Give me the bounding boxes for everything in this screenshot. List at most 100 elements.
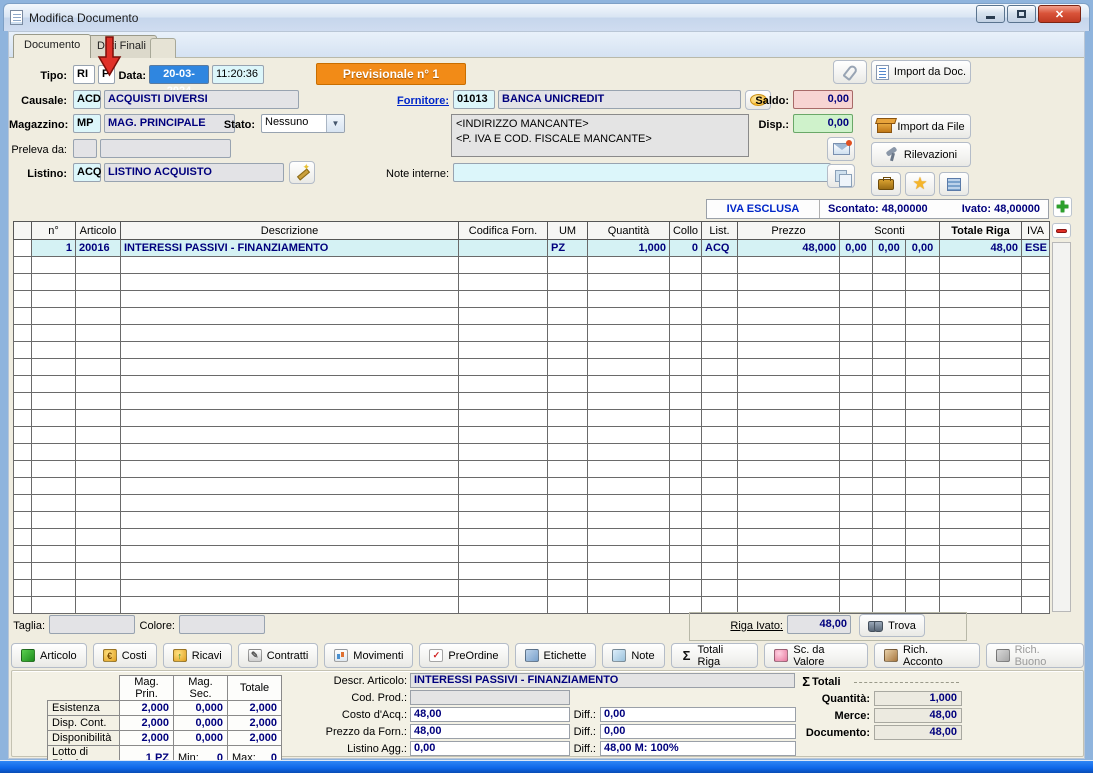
remove-row-button[interactable] <box>1052 223 1071 238</box>
attachment-button[interactable] <box>833 60 867 84</box>
saldo-label: Saldo: <box>753 92 789 110</box>
window-content: Documento Dati Finali Tipo: RI P Data: 2… <box>8 31 1085 759</box>
fornitore-address-box: <INDIRIZZO MANCANTE> <P. IVA E COD. FISC… <box>451 114 749 157</box>
fornitore-name-field: BANCA UNICREDIT <box>498 90 741 109</box>
col-sconti[interactable]: Sconti <box>840 222 940 240</box>
maximize-button[interactable] <box>1007 5 1036 23</box>
empty-table-row <box>14 529 1050 546</box>
empty-table-row <box>14 291 1050 308</box>
listino-code-field[interactable]: ACQ <box>73 163 101 182</box>
costi-button[interactable]: € Costi <box>93 643 157 668</box>
prezzo-diff-field: 0,00 <box>600 724 796 739</box>
magazzino-code-field[interactable]: MP <box>73 114 101 133</box>
briefcase-button[interactable] <box>871 172 901 196</box>
empty-table-row <box>14 325 1050 342</box>
fornitore-code-field[interactable]: 01013 <box>453 90 495 109</box>
contratti-button[interactable]: ✎ Contratti <box>238 643 319 668</box>
fornitore-link[interactable]: Fornitore: <box>389 92 449 110</box>
window-title: Modifica Documento <box>29 11 138 25</box>
totali-riga-button[interactable]: Σ Totali Riga <box>671 643 759 668</box>
sc-da-valore-button[interactable]: Sc. da Valore <box>764 643 868 668</box>
voucher-icon <box>996 649 1010 662</box>
tab-strip: Documento Dati Finali <box>9 32 1084 58</box>
title-bar: Modifica Documento <box>3 3 1090 31</box>
preleva-code-field[interactable] <box>73 139 97 158</box>
col-n[interactable]: n° <box>32 222 76 240</box>
stock-row-esistenza: Esistenza 2,000 0,000 2,000 <box>48 701 282 716</box>
prezzo-forn-label: Prezzo da Forn.: <box>322 725 407 740</box>
table-scrollbar[interactable] <box>1052 242 1071 612</box>
preordine-button[interactable]: ✓ PreOrdine <box>419 643 508 668</box>
causale-code-field[interactable]: ACD <box>73 90 101 109</box>
col-collo[interactable]: Collo <box>670 222 702 240</box>
cod-prod-label: Cod. Prod.: <box>322 691 407 706</box>
close-icon: ✕ <box>1055 8 1064 21</box>
window-document-icon <box>10 10 23 25</box>
trova-button[interactable]: Trova <box>859 614 925 637</box>
import-da-file-button[interactable]: Import da File <box>871 114 971 139</box>
empty-table-row <box>14 308 1050 325</box>
costo-acq-field: 48,00 <box>410 707 570 722</box>
rich-buono-button: Rich. Buono <box>986 643 1084 668</box>
col-list[interactable]: List. <box>702 222 738 240</box>
tot-quantita-field: 1,000 <box>874 691 962 706</box>
prezzo-forn-field: 48,00 <box>410 724 570 739</box>
piggy-bank-icon <box>774 649 788 662</box>
col-quantita[interactable]: Quantità <box>588 222 670 240</box>
minus-icon <box>1056 229 1067 233</box>
chevron-down-icon[interactable]: ▼ <box>326 115 344 132</box>
bottom-info-panel: Mag. Prin. Mag. Sec. Totale Esistenza 2,… <box>11 670 1084 757</box>
tab-stub <box>150 38 176 58</box>
favorites-button[interactable]: ★ <box>905 172 935 196</box>
col-totale-riga[interactable]: Totale Riga <box>940 222 1022 240</box>
listino-diff-field: 48,00 M: 100% <box>600 741 796 756</box>
tipo-field-1[interactable]: RI <box>73 65 95 84</box>
col-prezzo[interactable]: Prezzo <box>738 222 840 240</box>
stato-select[interactable]: Nessuno ▼ <box>261 114 345 133</box>
empty-table-row <box>14 342 1050 359</box>
grid-icon <box>947 178 961 191</box>
disp-field: 0,00 <box>793 114 853 133</box>
copy-button[interactable] <box>827 164 855 188</box>
taglia-label: Taglia: <box>9 617 45 635</box>
ricavi-button[interactable]: ↑ Ricavi <box>163 643 232 668</box>
close-button[interactable]: ✕ <box>1038 5 1081 23</box>
rilevazioni-button[interactable]: Rilevazioni <box>871 142 971 167</box>
col-codifica-forn[interactable]: Codifica Forn. <box>459 222 548 240</box>
descr-articolo-label: Descr. Articolo: <box>322 674 407 689</box>
col-iva[interactable]: IVA <box>1022 222 1050 240</box>
rich-acconto-button[interactable]: Rich. Acconto <box>874 643 980 668</box>
note-icon <box>612 649 626 662</box>
import-da-doc-button[interactable]: Import da Doc. <box>871 60 971 84</box>
col-um[interactable]: UM <box>548 222 588 240</box>
movimenti-button[interactable]: Movimenti <box>324 643 413 668</box>
grid-view-button[interactable] <box>939 172 969 196</box>
note-interne-input[interactable] <box>453 163 831 182</box>
listino-wand-button[interactable] <box>289 161 315 184</box>
articolo-button[interactable]: Articolo <box>11 643 87 668</box>
table-row[interactable]: 1 20016 INTERESSI PASSIVI - FINANZIAMENT… <box>14 240 1050 257</box>
empty-table-row <box>14 597 1050 614</box>
minimize-button[interactable] <box>976 5 1005 23</box>
pen-icon <box>884 649 898 662</box>
briefcase-icon <box>878 179 894 190</box>
empty-table-row <box>14 512 1050 529</box>
causale-desc-field: ACQUISTI DIVERSI <box>104 90 299 109</box>
tab-documento[interactable]: Documento <box>13 34 91 58</box>
note-button[interactable]: Note <box>602 643 664 668</box>
red-annotation-arrow <box>97 36 123 78</box>
col-descrizione[interactable]: Descrizione <box>121 222 459 240</box>
riga-ivato-link[interactable]: Riga Ivato: <box>709 617 783 635</box>
add-row-button[interactable]: ✚ <box>1053 197 1072 217</box>
preleva-da-label: Preleva da: <box>9 141 67 159</box>
costo-acq-label: Costo d'Acq.: <box>322 708 407 723</box>
send-mail-button[interactable] <box>827 137 855 161</box>
magazzino-label: Magazzino: <box>9 116 67 134</box>
chart-icon <box>334 649 348 662</box>
col-articolo[interactable]: Articolo <box>76 222 121 240</box>
data-field[interactable]: 20-03-2024 <box>149 65 209 84</box>
listino-diff-label: Diff.: <box>570 742 596 757</box>
empty-table-row <box>14 563 1050 580</box>
ora-field[interactable]: 11:20:36 <box>212 65 264 84</box>
etichette-button[interactable]: Etichette <box>515 643 597 668</box>
